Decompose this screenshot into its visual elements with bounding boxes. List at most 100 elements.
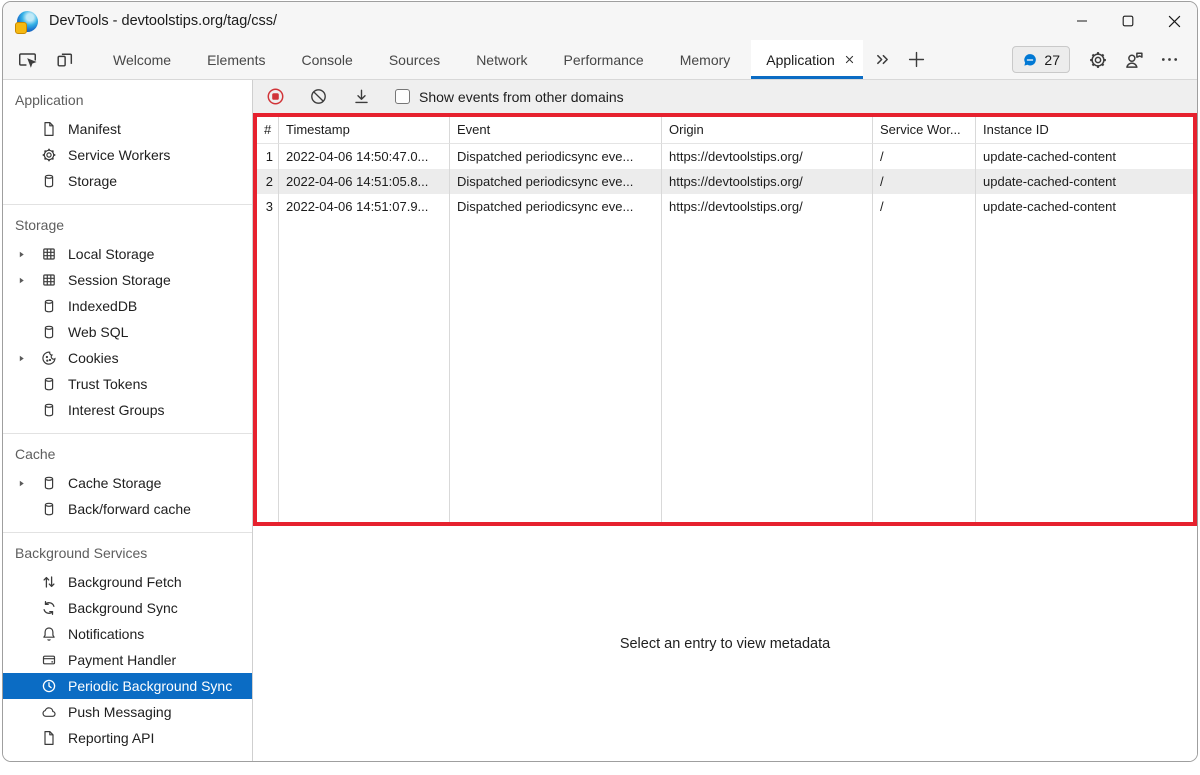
events-table-header: #TimestampEventOriginService Wor...Insta… <box>257 117 1193 144</box>
tabbar-right-icons: 27 <box>1012 40 1197 79</box>
cell-service-wor: / <box>873 144 976 169</box>
sync-icon <box>41 600 68 616</box>
card-icon <box>41 652 68 668</box>
cloud-icon <box>41 704 68 720</box>
tab-console[interactable]: Console <box>286 40 367 79</box>
download-button[interactable] <box>352 88 370 105</box>
empty-cell <box>257 219 279 522</box>
chat-bubble-icon <box>1022 52 1038 68</box>
grid-icon <box>41 272 68 288</box>
devtools-tab-bar: Welcome Elements ConsoleSourcesNetwork Perf… <box>3 40 1197 80</box>
clear-button[interactable] <box>309 88 327 105</box>
grid-icon <box>41 246 68 262</box>
show-events-checkbox[interactable] <box>395 89 410 104</box>
sidebar-item-label: Trust Tokens <box>68 376 147 392</box>
sidebar-section-storage: StorageLocal StorageSession StorageIndex… <box>3 205 252 434</box>
add-tab-plus-icon[interactable] <box>899 40 934 79</box>
metadata-pane: Select an entry to view metadata <box>253 526 1197 761</box>
expand-arrow-icon[interactable] <box>17 250 41 259</box>
column-header-service-wor[interactable]: Service Wor... <box>873 117 976 144</box>
close-window-button[interactable] <box>1151 2 1197 40</box>
sidebar-item-label: Cookies <box>68 350 119 366</box>
section-title: Background Services <box>3 543 252 569</box>
sidebar-item-label: Reporting API <box>68 730 154 746</box>
empty-cell <box>873 219 976 522</box>
sidebar-item-local-storage[interactable]: Local Storage <box>3 241 252 267</box>
cell-event: Dispatched periodicsync eve... <box>450 169 662 194</box>
column-header-origin[interactable]: Origin <box>662 117 873 144</box>
tab-performance[interactable]: Performance <box>549 40 659 79</box>
sidebar-item-session-storage[interactable]: Session Storage <box>3 267 252 293</box>
database-icon <box>41 173 68 189</box>
sidebar-item-reporting-api[interactable]: Reporting API <box>3 725 252 751</box>
show-events-checkbox-label: Show events from other domains <box>419 89 624 105</box>
sidebar-item-cookies[interactable]: Cookies <box>3 345 252 371</box>
sidebar-item-periodic-background-sync[interactable]: Periodic Background Sync <box>3 673 252 699</box>
settings-gear-icon[interactable] <box>1080 50 1116 70</box>
tab-label: Welcome <box>113 52 171 68</box>
cell-origin: https://devtoolstips.org/ <box>662 169 873 194</box>
device-emulation-icon[interactable] <box>46 40 83 79</box>
tab-network[interactable]: Network <box>461 40 542 79</box>
people-feedback-icon[interactable] <box>1116 50 1152 70</box>
sidebar-item-cache-storage[interactable]: Cache Storage <box>3 470 252 496</box>
tab-memory[interactable]: Memory <box>665 40 746 79</box>
sidebar-item-interest-groups[interactable]: Interest Groups <box>3 397 252 423</box>
sidebar-item-back-forward-cache[interactable]: Back/forward cache <box>3 496 252 522</box>
sidebar-item-trust-tokens[interactable]: Trust Tokens <box>3 371 252 397</box>
sidebar-item-payment-handler[interactable]: Payment Handler <box>3 647 252 673</box>
sidebar-item-label: Back/forward cache <box>68 501 191 517</box>
sidebar-item-storage[interactable]: Storage <box>3 168 252 194</box>
title-bar: DevTools - devtoolstips.org/tag/css/ <box>3 2 1197 40</box>
column-header-instance-id[interactable]: Instance ID <box>976 117 1193 144</box>
column-header-[interactable]: # <box>257 117 279 144</box>
database-icon <box>41 298 68 314</box>
column-header-timestamp[interactable]: Timestamp <box>279 117 450 144</box>
sidebar-item-push-messaging[interactable]: Push Messaging <box>3 699 252 725</box>
expand-arrow-icon[interactable] <box>17 354 41 363</box>
event-row-1[interactable]: 12022-04-06 14:50:47.0...Dispatched peri… <box>257 144 1193 169</box>
minimize-button[interactable] <box>1059 2 1105 40</box>
expand-arrow-icon[interactable] <box>17 479 41 488</box>
record-button[interactable] <box>266 88 284 105</box>
sidebar-item-web-sql[interactable]: Web SQL <box>3 319 252 345</box>
devtools-tabs: Welcome Elements ConsoleSourcesNetwork Perf… <box>95 40 866 79</box>
feedback-button[interactable]: 27 <box>1012 46 1070 73</box>
tab-welcome[interactable]: Welcome <box>98 40 186 79</box>
sidebar-item-label: Interest Groups <box>68 402 165 418</box>
cell-origin: https://devtoolstips.org/ <box>662 144 873 169</box>
metadata-placeholder-text: Select an entry to view metadata <box>620 636 830 652</box>
more-options-ellipsis-icon[interactable] <box>1152 50 1187 69</box>
section-title: Application <box>3 90 252 116</box>
close-tab-icon[interactable] <box>844 54 855 65</box>
sidebar-item-label: Cache Storage <box>68 475 161 491</box>
event-row-3[interactable]: 32022-04-06 14:51:07.9...Dispatched peri… <box>257 194 1193 219</box>
empty-cell <box>450 219 662 522</box>
sidebar-item-notifications[interactable]: Notifications <box>3 621 252 647</box>
sidebar-item-label: Notifications <box>68 626 144 642</box>
more-tabs-chevron-icon[interactable] <box>866 40 899 79</box>
tabbar-lead-icons <box>3 40 83 79</box>
clock-icon <box>41 678 68 694</box>
cell-: 3 <box>257 194 279 219</box>
event-row-2[interactable]: 22022-04-06 14:51:05.8...Dispatched peri… <box>257 169 1193 194</box>
sidebar-item-label: Session Storage <box>68 272 171 288</box>
cell-event: Dispatched periodicsync eve... <box>450 194 662 219</box>
gear-icon <box>41 147 68 163</box>
tab-application[interactable]: Application <box>751 40 863 79</box>
expand-arrow-icon[interactable] <box>17 276 41 285</box>
maximize-button[interactable] <box>1105 2 1151 40</box>
sidebar-item-service-workers[interactable]: Service Workers <box>3 142 252 168</box>
inspect-icon[interactable] <box>9 40 46 79</box>
sidebar-item-indexeddb[interactable]: IndexedDB <box>3 293 252 319</box>
sidebar-item-label: Background Fetch <box>68 574 182 590</box>
tab-sources[interactable]: Sources <box>374 40 455 79</box>
tab-label: Performance <box>564 52 644 68</box>
sidebar-item-background-sync[interactable]: Background Sync <box>3 595 252 621</box>
tab-label: Elements <box>207 52 265 68</box>
tab-elements[interactable]: Elements <box>192 40 280 79</box>
sidebar-item-background-fetch[interactable]: Background Fetch <box>3 569 252 595</box>
column-header-event[interactable]: Event <box>450 117 662 144</box>
cell-origin: https://devtoolstips.org/ <box>662 194 873 219</box>
sidebar-item-manifest[interactable]: Manifest <box>3 116 252 142</box>
